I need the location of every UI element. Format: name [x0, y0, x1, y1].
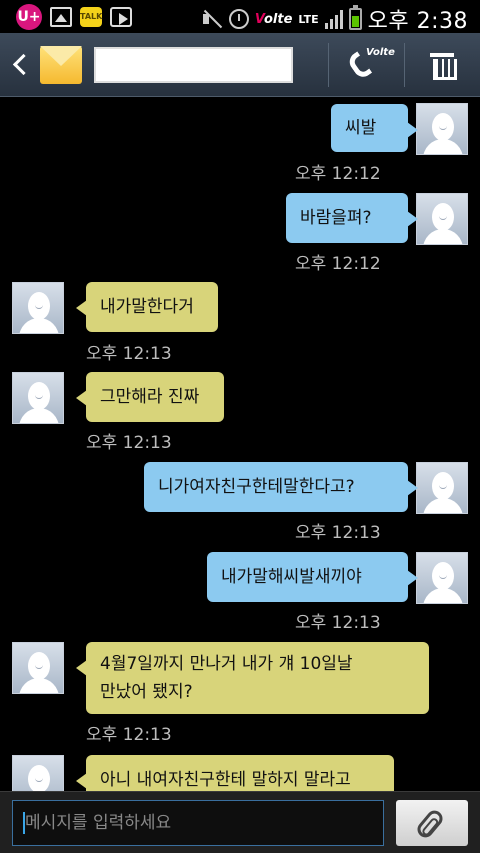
- received-message-bubble[interactable]: 그만해라 진짜: [76, 372, 224, 422]
- lte-indicator: LTE: [298, 12, 319, 26]
- system-icons: Volte LTE 오후 2:38: [201, 3, 468, 35]
- avatar-icon[interactable]: [416, 193, 468, 245]
- play-store-icon: [110, 7, 132, 27]
- sent-message-bubble[interactable]: 니가여자친구한테말한다고?: [144, 462, 418, 512]
- battery-level: [351, 16, 359, 27]
- received-message-bubble[interactable]: 4월7일까지 만나거 내가 걔 10일날 만났어 됐지?: [76, 642, 429, 714]
- message-list[interactable]: 씨발 오후 12:12 바람을펴? 오후 12:12 내가말한다거 오후 12:…: [0, 97, 480, 791]
- recipient-field[interactable]: [94, 47, 293, 83]
- message-time: 오후 12:13: [86, 344, 172, 364]
- received-message-bubble[interactable]: 아니 내여자친구한테 말하지 말라고: [76, 755, 394, 791]
- avatar-icon[interactable]: [416, 103, 468, 155]
- volte-call-button[interactable]: Volte: [345, 47, 395, 83]
- avatar-icon[interactable]: [12, 372, 64, 424]
- avatar-icon[interactable]: [416, 462, 468, 514]
- envelope-icon: [40, 46, 82, 84]
- message-text: 내가말해씨발새끼야: [221, 567, 362, 587]
- mute-icon: [201, 8, 223, 30]
- message-time: 오후 12:13: [86, 433, 172, 453]
- message-text-line-2: 만났어 됐지?: [100, 682, 193, 702]
- avatar-icon[interactable]: [12, 642, 64, 694]
- uplus-icon: U+: [16, 4, 42, 30]
- message-time: 오후 12:13: [295, 523, 381, 543]
- sent-message-bubble[interactable]: 바람을펴?: [286, 193, 418, 243]
- avatar-icon[interactable]: [416, 552, 468, 604]
- divider: [404, 43, 405, 87]
- alarm-icon: [228, 9, 249, 29]
- message-text: 내가말한다거: [100, 297, 194, 317]
- status-bar: U+ TALK Volte LTE 오후 2:38: [0, 0, 480, 35]
- message-text: 그만해라 진짜: [100, 387, 200, 407]
- conversation-header: Volte: [0, 33, 480, 97]
- avatar-icon[interactable]: [12, 755, 64, 791]
- compose-bar: 메시지를 입력하세요: [0, 791, 480, 853]
- message-text: 씨발: [345, 118, 377, 138]
- message-time: 오후 12:13: [295, 613, 381, 633]
- gallery-icon: [50, 7, 72, 27]
- message-input[interactable]: 메시지를 입력하세요: [12, 800, 384, 846]
- sent-message-bubble[interactable]: 내가말해씨발새끼야: [207, 552, 418, 602]
- avatar-icon[interactable]: [12, 282, 64, 334]
- notification-icons: U+ TALK: [16, 4, 132, 30]
- message-time: 오후 12:12: [295, 254, 381, 274]
- message-text: 바람을펴?: [300, 208, 372, 228]
- divider: [328, 43, 329, 87]
- sent-message-bubble[interactable]: 씨발: [331, 104, 418, 152]
- paperclip-icon: [414, 807, 446, 841]
- message-text: 니가여자친구한테말한다고?: [158, 477, 355, 497]
- message-text-line-1: 4월7일까지 만나거 내가 걔 10일날: [100, 654, 353, 674]
- message-text: 아니 내여자친구한테 말하지 말라고: [100, 770, 351, 790]
- message-time: 오후 12:12: [295, 164, 381, 184]
- signal-icon: [324, 9, 343, 29]
- message-time: 오후 12:13: [86, 725, 172, 745]
- kakaotalk-icon: TALK: [80, 7, 102, 27]
- attach-button[interactable]: [396, 800, 468, 846]
- volte-call-label: Volte: [366, 47, 395, 58]
- trash-icon[interactable]: [430, 51, 457, 80]
- received-message-bubble[interactable]: 내가말한다거: [76, 282, 218, 332]
- chevron-left-icon[interactable]: [8, 51, 32, 79]
- volte-indicator: Volte: [254, 11, 293, 27]
- battery-icon: [348, 5, 362, 30]
- status-time: 오후 2:38: [367, 9, 468, 34]
